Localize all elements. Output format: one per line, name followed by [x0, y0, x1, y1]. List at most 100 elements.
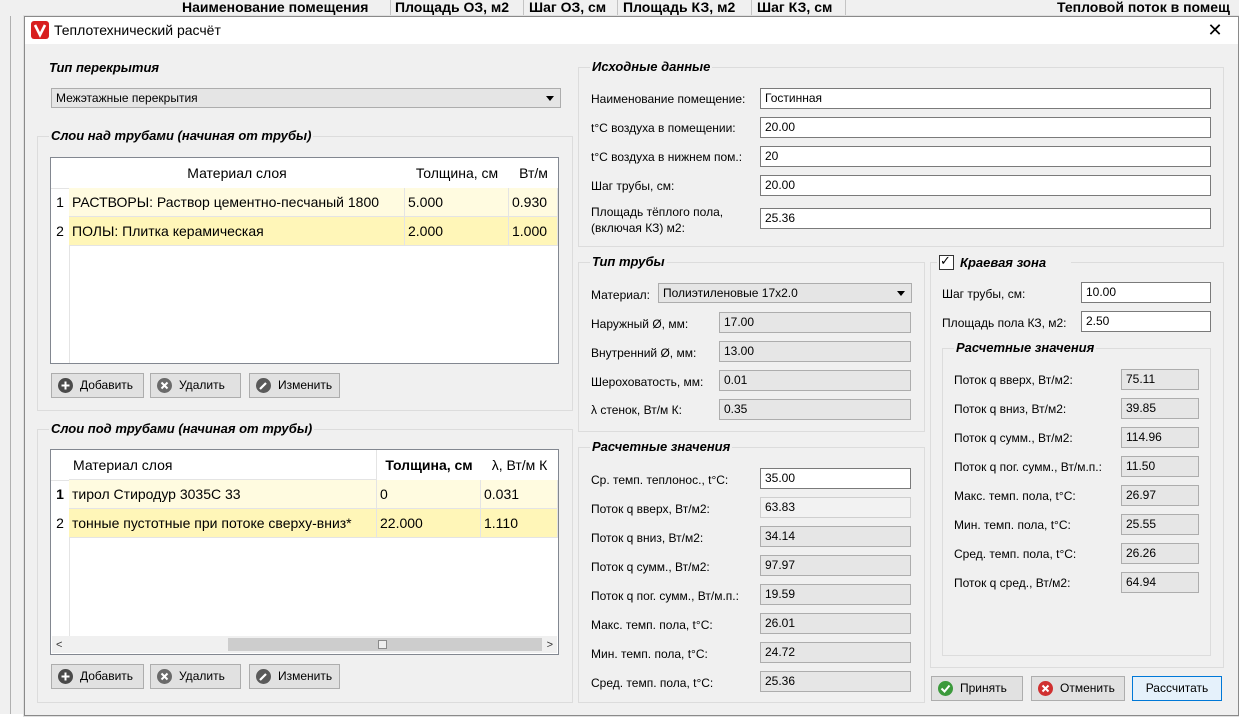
edit-button-label: Изменить: [278, 378, 333, 392]
delete-gear-icon: [157, 378, 172, 393]
edge-calc-label: Поток q сред., Вт/м2:: [954, 576, 1071, 590]
delete-layer-above-button[interactable]: Удалить: [150, 373, 241, 398]
edge-calc-label: Макс. темп. пола, t°C:: [954, 489, 1076, 503]
calc-main-title: Расчетные значения: [590, 439, 733, 454]
column-header-material[interactable]: Материал слоя: [69, 158, 406, 189]
scrollbar-thumb[interactable]: [228, 638, 542, 651]
table-row-header-corner: [51, 450, 70, 481]
chevron-down-icon: [897, 291, 905, 296]
calc-label: Ср. темп. теплонос., t°C:: [591, 473, 729, 487]
coolant-temp-input[interactable]: 35.00: [760, 468, 911, 489]
outer-diameter-field: 17.00: [719, 312, 911, 333]
calc-value: 34.14: [760, 526, 911, 547]
table-cell-lambda[interactable]: 1.000: [509, 217, 558, 246]
layers-below-table[interactable]: Материал слоя Толщина, см λ, Вт/м К 1 ти…: [50, 449, 559, 655]
table-grid-line: [69, 538, 70, 636]
horizontal-scrollbar[interactable]: < >: [52, 636, 557, 653]
row-number: 1: [56, 486, 64, 502]
scroll-left-icon[interactable]: <: [56, 639, 62, 651]
layers-above-table[interactable]: Материал слоя Толщина, см Вт/м 1 РАСТВОР…: [50, 157, 559, 364]
check-shield-icon: [938, 681, 953, 696]
add-layer-below-button[interactable]: Добавить: [51, 664, 144, 689]
calc-label: Макс. темп. пола, t°C:: [591, 618, 713, 632]
column-header-thickness[interactable]: Толщина, см: [377, 450, 482, 481]
edge-calc-label: Мин. темп. пола, t°C:: [954, 518, 1071, 532]
bg-column-main-step: Шаг ОЗ, см: [527, 0, 618, 15]
bg-column-room-name: Наименование помещения: [180, 0, 391, 15]
calc-value: 19.59: [760, 584, 911, 605]
table-cell-material[interactable]: тонные пустотные при потоке сверху-вниз*: [69, 509, 377, 538]
floor-area-input[interactable]: 25.36: [760, 208, 1211, 229]
pipe-material-select[interactable]: Полиэтиленовые 17x2.0: [658, 283, 912, 303]
calculate-button[interactable]: Рассчитать: [1132, 676, 1222, 701]
bg-column-edge-area: Площадь КЗ, м2: [621, 0, 752, 15]
table-cell-material[interactable]: ПОЛЫ: Плитка керамическая: [69, 217, 405, 246]
column-header-thickness[interactable]: Толщина, см: [405, 158, 510, 189]
edge-calc-value: 11.50: [1121, 456, 1199, 477]
room-name-input[interactable]: Гостинная: [760, 88, 1211, 109]
edge-zone-title: Краевая зона: [960, 255, 1047, 270]
edge-calc-value: 25.55: [1121, 514, 1199, 535]
background-left-strip: [0, 16, 24, 726]
table-cell-lambda[interactable]: 0.031: [481, 480, 558, 509]
floor-area-label-2: (включая КЗ) м2:: [591, 221, 685, 235]
column-header-lambda[interactable]: λ, Вт/м К: [481, 450, 558, 481]
table-cell-thickness[interactable]: 2.000: [405, 217, 509, 246]
source-data-title: Исходные данные: [590, 59, 713, 74]
outer-diameter-label: Наружный Ø, мм:: [591, 317, 689, 331]
calc-value: 24.72: [760, 642, 911, 663]
edge-pipe-step-input[interactable]: 10.00: [1081, 282, 1211, 303]
bg-column-main-area: Площадь ОЗ, м2: [393, 0, 524, 15]
column-header-lambda[interactable]: Вт/м: [509, 158, 558, 189]
bg-column-heat-flow: Тепловой поток в помещ: [1057, 0, 1230, 15]
dialog-title: Теплотехнический расчёт: [54, 22, 221, 38]
edge-calc-value: 114.96: [1121, 427, 1199, 448]
table-cell-thickness[interactable]: 0: [377, 480, 481, 509]
edge-area-input[interactable]: 2.50: [1081, 311, 1211, 332]
table-cell-thickness[interactable]: 22.000: [377, 509, 481, 538]
calc-label: Сред. темп. пола, t°C:: [591, 676, 714, 690]
table-cell-material[interactable]: РАСТВОРЫ: Раствор цементно-песчаный 1800: [69, 188, 405, 217]
lower-air-temp-input[interactable]: 20: [760, 146, 1211, 167]
calc-label: Мин. темп. пола, t°C:: [591, 647, 708, 661]
wall-lambda-label: λ стенок, Вт/м К:: [591, 403, 682, 417]
calc-value: 63.83: [760, 497, 911, 518]
check-mark-icon: ✓: [940, 253, 951, 268]
edge-zone-header[interactable]: ✓ Краевая зона: [937, 253, 1071, 272]
accept-button[interactable]: Принять: [931, 676, 1023, 701]
plus-icon: [58, 669, 73, 684]
delete-gear-icon: [157, 669, 172, 684]
edge-calc-label: Поток q сумм., Вт/м2:: [954, 431, 1073, 445]
close-button[interactable]: ✕: [1192, 17, 1238, 44]
floor-type-select[interactable]: Межэтажные перекрытия: [51, 88, 561, 108]
background-table-header: Наименование помещения Площадь ОЗ, м2 Ша…: [0, 0, 1239, 17]
delete-layer-below-button[interactable]: Удалить: [150, 664, 241, 689]
wall-lambda-field: 0.35: [719, 399, 911, 420]
cancel-button-label: Отменить: [1060, 681, 1115, 695]
scroll-right-icon[interactable]: >: [547, 639, 553, 651]
pipe-step-input[interactable]: 20.00: [760, 175, 1211, 196]
edit-gear-icon: [256, 669, 271, 684]
floor-type-value: Межэтажные перекрытия: [56, 91, 198, 105]
table-cell-lambda[interactable]: 1.110: [481, 509, 558, 538]
delete-button-label: Удалить: [179, 669, 225, 683]
cancel-button[interactable]: Отменить: [1031, 676, 1125, 701]
edge-calc-value: 75.11: [1121, 369, 1199, 390]
edit-layer-below-button[interactable]: Изменить: [249, 664, 340, 689]
layers-above-title: Слои над трубами (начиная от трубы): [49, 128, 314, 143]
calc-label: Поток q сумм., Вт/м2:: [591, 560, 710, 574]
column-header-material[interactable]: Материал слоя: [69, 450, 377, 480]
plus-icon: [58, 378, 73, 393]
table-cell-thickness[interactable]: 5.000: [405, 188, 509, 217]
air-temp-input[interactable]: 20.00: [760, 117, 1211, 138]
edit-gear-icon: [256, 378, 271, 393]
add-layer-above-button[interactable]: Добавить: [51, 373, 144, 398]
inner-diameter-label: Внутренний Ø, мм:: [591, 346, 697, 360]
edge-zone-checkbox[interactable]: ✓: [939, 253, 954, 270]
edge-calc-label: Поток q вверх, Вт/м2:: [954, 373, 1073, 387]
scroll-grip-icon: [378, 640, 387, 649]
table-row-header-corner: [51, 158, 70, 189]
table-cell-lambda[interactable]: 0.930: [509, 188, 558, 217]
edit-layer-above-button[interactable]: Изменить: [249, 373, 340, 398]
table-cell-material[interactable]: тирол Стиродур 3035С 33: [69, 480, 377, 509]
